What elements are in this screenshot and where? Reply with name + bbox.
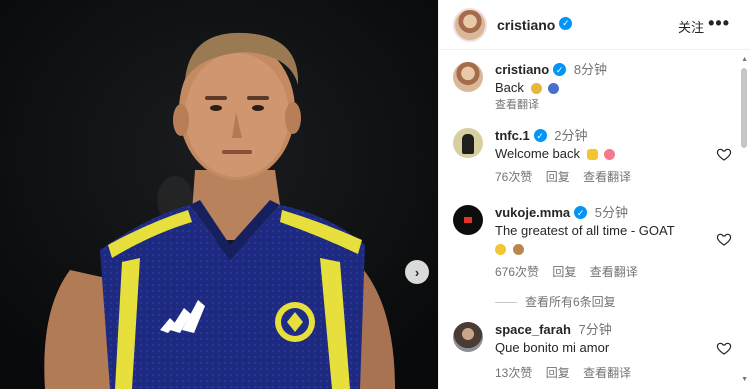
post-photo: ›: [0, 0, 438, 389]
post-header: cristiano ✓ 关注 •••: [439, 0, 750, 50]
heart-emoji-icon: [586, 149, 598, 161]
comment-time: 2分钟: [554, 128, 588, 143]
commenter-avatar[interactable]: [453, 322, 483, 352]
like-heart-icon[interactable]: [716, 231, 732, 247]
globe-emoji-icon: [548, 83, 560, 95]
chevron-right-icon: ›: [414, 264, 420, 280]
comment-likes[interactable]: 76次赞: [495, 170, 532, 184]
comment-likes[interactable]: 13次赞: [495, 366, 532, 380]
comment-text: Welcome back: [495, 146, 581, 161]
goat-emoji-icon: [512, 244, 524, 256]
next-photo-button[interactable]: ›: [405, 260, 429, 284]
commenter-avatar[interactable]: [453, 205, 483, 235]
heart-eyes-emoji-icon: [604, 149, 616, 161]
raised-hands-emoji-icon: [495, 244, 506, 256]
scrollbar[interactable]: [740, 64, 748, 384]
comment-time: 7分钟: [578, 322, 612, 337]
post-side-panel: cristiano ✓ 关注 ••• cristiano ✓ 8分钟 Back 查…: [438, 0, 750, 389]
follow-button[interactable]: 关注: [678, 17, 704, 36]
like-heart-icon[interactable]: [716, 340, 732, 356]
translate-link[interactable]: 查看翻译: [583, 170, 631, 184]
comment-time: 5分钟: [594, 205, 629, 220]
reply-button[interactable]: 回复: [546, 170, 570, 184]
more-options-icon[interactable]: •••: [708, 13, 730, 34]
comment-text: The greatest of all time - GOAT: [495, 223, 675, 238]
caption-text: Back: [495, 80, 524, 95]
comment-username[interactable]: space_farah: [495, 322, 571, 337]
reply-button[interactable]: 回复: [546, 366, 570, 380]
caption-time: 8分钟: [573, 62, 608, 77]
reply-button[interactable]: 回复: [552, 265, 576, 279]
caption-username[interactable]: cristiano: [495, 62, 549, 77]
verified-badge-icon: ✓: [533, 129, 547, 143]
comment-text: Que bonito mi amor: [495, 340, 610, 355]
verified-badge-icon: ✓: [559, 17, 573, 30]
sun-emoji-icon: [530, 83, 542, 95]
commenter-avatar[interactable]: [453, 128, 483, 158]
like-heart-icon[interactable]: [716, 146, 732, 162]
view-replies-label: 查看所有6条回复: [525, 295, 616, 309]
verified-badge-icon: ✓: [574, 206, 588, 220]
caption-translate-link[interactable]: 查看翻译: [495, 96, 706, 112]
translate-link[interactable]: 查看翻译: [583, 366, 631, 380]
author-username[interactable]: cristiano: [497, 17, 555, 33]
comment-likes[interactable]: 676次赞: [495, 265, 539, 279]
view-replies-link[interactable]: 查看所有6条回复: [495, 293, 616, 310]
scrollbar-thumb[interactable]: [741, 68, 747, 148]
verified-badge-icon: ✓: [553, 63, 567, 77]
translate-link[interactable]: 查看翻译: [590, 265, 638, 279]
comment-username[interactable]: vukoje.mma: [495, 205, 570, 220]
comments-list: cristiano ✓ 8分钟 Back 查看翻译 tnfc.1 ✓ 2分钟 W…: [439, 50, 738, 389]
author-avatar[interactable]: [453, 7, 487, 42]
caption-avatar[interactable]: [453, 62, 483, 92]
player-illustration: [0, 0, 438, 389]
comment-username[interactable]: tnfc.1: [495, 128, 530, 143]
scroll-up-arrow-icon[interactable]: ▲: [741, 56, 748, 63]
divider-dash: [495, 302, 517, 304]
scroll-down-arrow-icon[interactable]: ▼: [741, 376, 748, 383]
